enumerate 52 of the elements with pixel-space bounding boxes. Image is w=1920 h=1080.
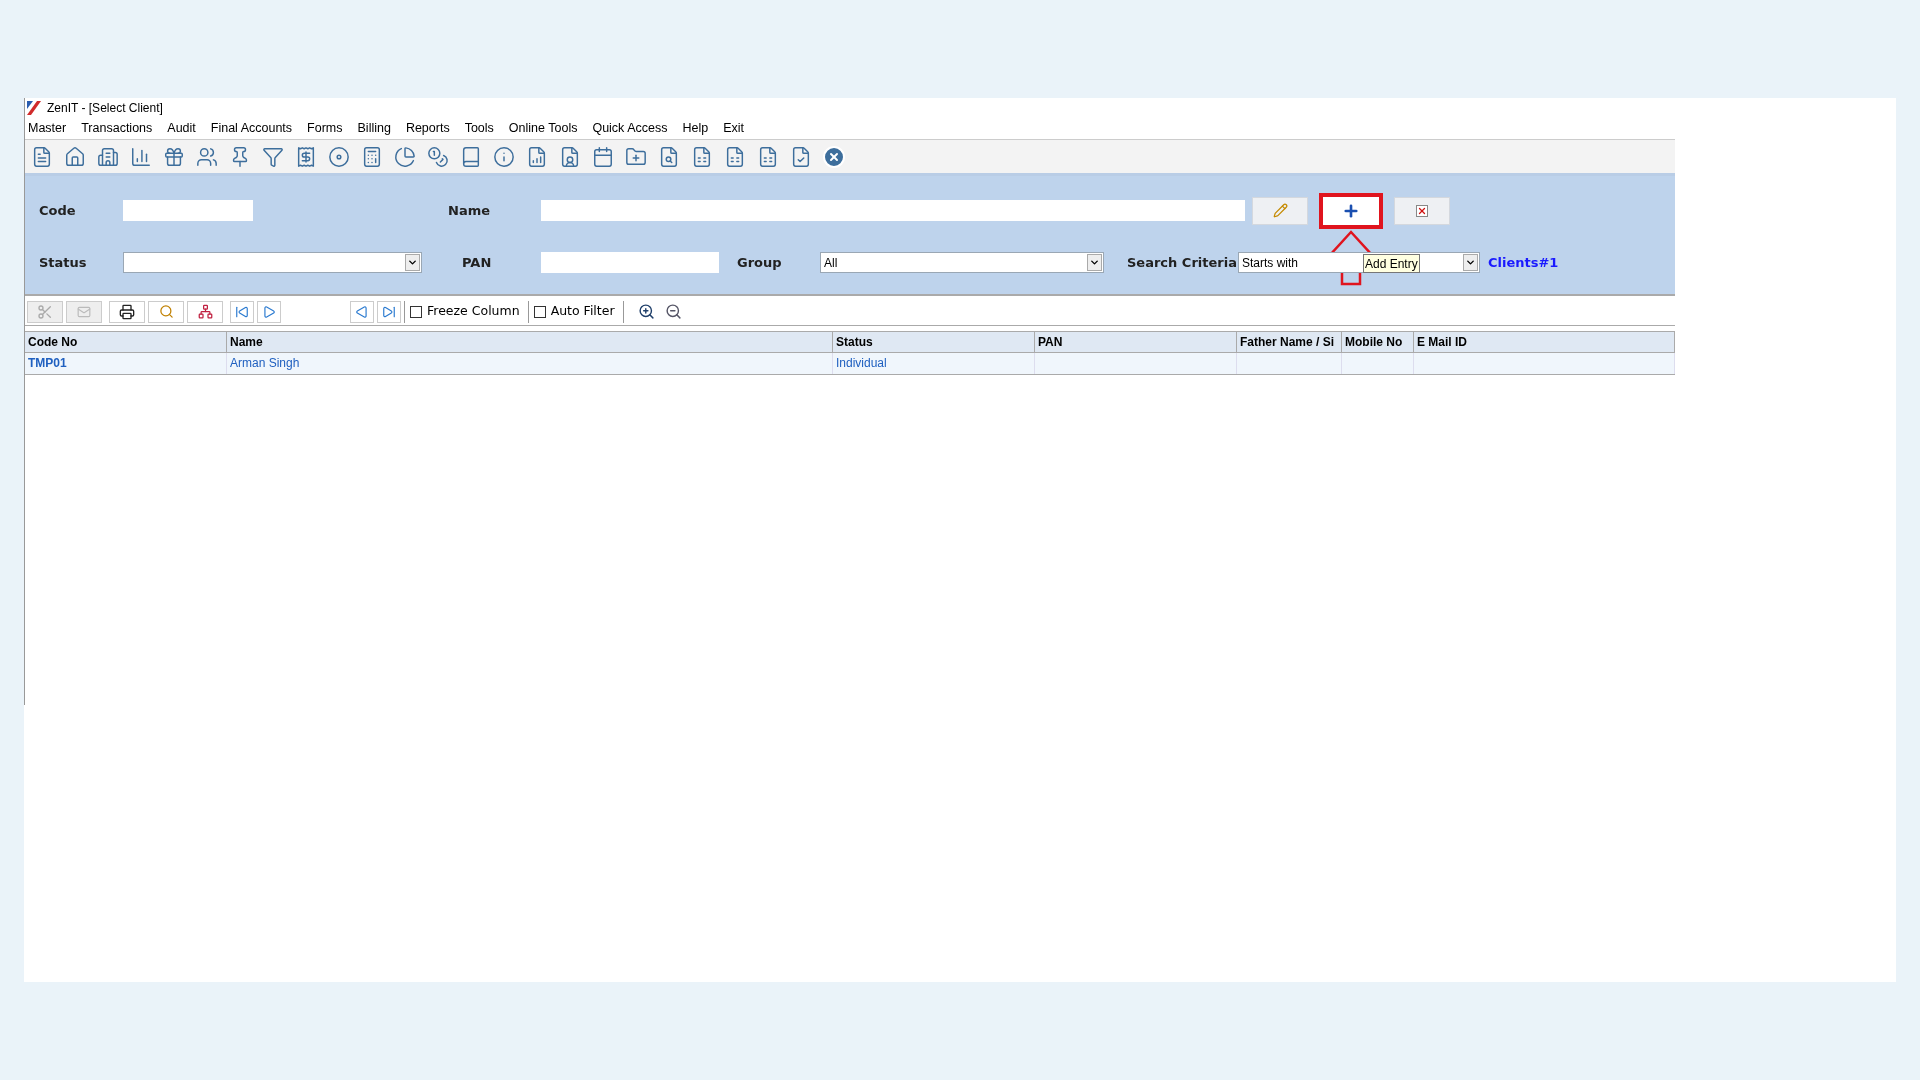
checkbox-label: Freeze Column [427,302,520,321]
menu-item[interactable]: Exit [723,119,744,138]
column-header[interactable]: Status [833,332,1035,352]
table-cell: TMP01 [25,353,227,374]
hierarchy-icon[interactable] [187,300,223,323]
column-header[interactable]: Father Name / Si [1237,332,1342,352]
checkbox[interactable] [533,305,546,318]
zoom-in-icon[interactable] [637,303,655,320]
window-title: ZenIT - [Select Client] [47,100,163,117]
field-label: Name [448,201,491,220]
field-label: Code [39,201,77,220]
menu-item[interactable]: Reports [405,119,450,138]
menu-item[interactable]: Transactions [81,119,153,138]
first-record-icon[interactable] [230,300,254,323]
zoom-out-icon[interactable] [664,303,682,320]
menu-item[interactable]: Tools [464,119,494,138]
menu-item[interactable]: Quick Access [592,119,668,138]
menu-item[interactable]: Final Accounts [210,119,293,138]
clients-count-link[interactable]: Clients#1 [1488,252,1559,273]
menu-item[interactable]: Help [682,119,709,138]
column-header[interactable]: Name [227,332,833,352]
menu-item[interactable]: Master [28,119,67,138]
column-header[interactable]: Mobile No [1342,332,1414,352]
field-label: PAN [462,253,493,272]
group-select[interactable]: All [820,252,1104,273]
menu-item[interactable]: Forms [307,119,343,138]
name-field[interactable] [541,200,1245,221]
field-label: Status [39,253,88,272]
next-icon[interactable] [257,300,281,323]
delete-button[interactable] [1394,196,1450,225]
table-cell: Arman Singh [227,353,833,374]
table-cell: Individual [833,353,1035,374]
column-header[interactable]: E Mail ID [1414,332,1675,352]
column-header[interactable]: Code No [25,332,227,352]
previous-icon[interactable] [350,300,374,323]
code-field[interactable] [123,200,253,221]
menu-item[interactable]: Online Tools [508,119,578,138]
pencil-icon [1272,203,1288,218]
field-label: Group [737,253,783,272]
field-label: Search Criteria [1127,253,1238,272]
checkbox-label: Auto Filter [550,302,615,321]
close-icon[interactable] [821,143,847,170]
print-icon[interactable] [109,300,145,323]
tooltip: Add Entry [1363,254,1420,273]
menu-item[interactable]: Audit [167,119,196,138]
pan-field[interactable] [541,252,719,273]
menu-item[interactable]: Billing [357,119,391,138]
app-logo-icon [27,101,41,115]
last-record-icon[interactable] [377,300,401,323]
column-header[interactable]: PAN [1035,332,1237,352]
delete-icon [1416,204,1428,217]
checkbox[interactable] [410,305,422,318]
